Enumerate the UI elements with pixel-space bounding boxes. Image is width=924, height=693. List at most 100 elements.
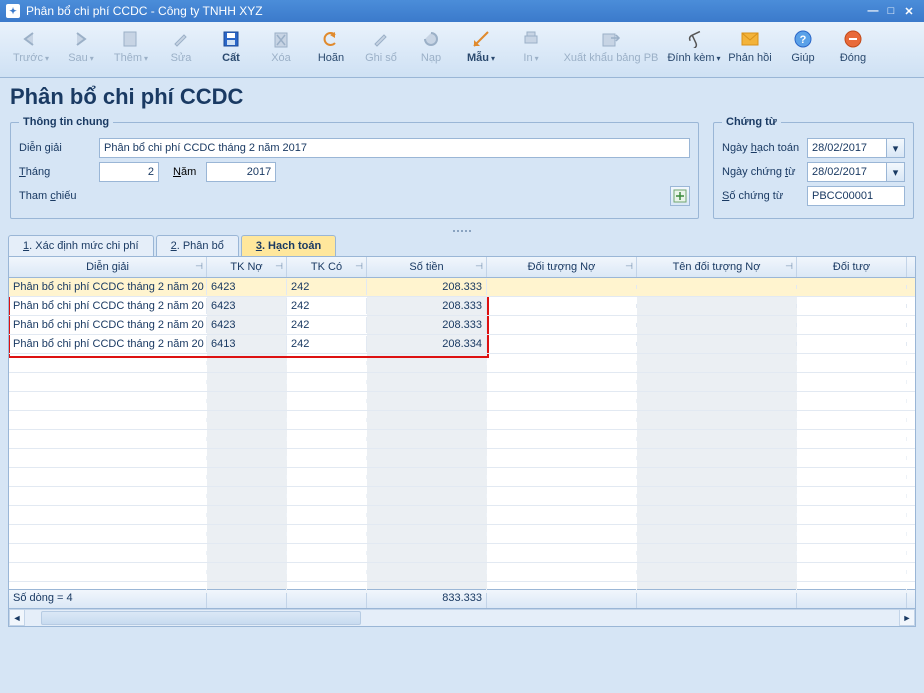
cell [487,323,637,327]
maximize-button[interactable]: □ [882,5,900,17]
acct-date-input[interactable] [807,138,887,158]
doc-no-input[interactable] [807,186,905,206]
empty-row[interactable] [9,582,915,598]
table-row[interactable]: Phân bổ chi phí CCDC tháng 2 năm 206423 2… [9,278,915,297]
document-fieldset: Chứng từ Ngày hạch toánNgày hạch toán ▾ … [713,116,914,219]
acct-date-label: Ngày hạch toánNgày hạch toán [722,142,807,154]
tab-allocate[interactable]: 2. Phân bổ2. Phân bổ [156,235,239,256]
table-row[interactable]: Phân bổ chi phí CCDC tháng 2 năm 2064232… [9,316,915,335]
close-button[interactable]: Đóng [828,26,878,64]
undo-icon [306,28,356,50]
doc-date-label: Ngày chứng từNgày chứng từ [722,166,807,178]
col-debit-obj-name[interactable]: Tên đối tượng Nợ⊣ [637,257,797,277]
post-button[interactable]: Ghi sổ [356,26,406,64]
cell [637,304,797,308]
cell [637,342,797,346]
col-debit[interactable]: TK Nợ⊣ [207,257,287,277]
post-icon [356,28,406,50]
add-button[interactable]: Thêm▾ [106,26,156,64]
titlebar: ✦ Phân bổ chi phí CCDC - Công ty TNHH XY… [0,0,924,22]
close-window-button[interactable]: ✕ [900,5,918,18]
col-credit-obj[interactable]: Đối tượ [797,257,907,277]
desc-label: Diễn giải [19,142,99,154]
add-reference-button[interactable] [670,186,690,206]
delete-button[interactable]: Xóa [256,26,306,64]
scroll-right-button[interactable]: ► [899,609,915,626]
month-input[interactable] [99,162,159,182]
grid-header: Diễn giải⊣ TK Nợ⊣ TK Có⊣ Số tiền⊣ Đối tư… [9,257,915,278]
cell: 242 [287,317,367,333]
close-icon [828,28,878,50]
empty-row[interactable] [9,449,915,468]
empty-row[interactable] [9,487,915,506]
ref-label: Tham chiếuTham chiếu [19,190,99,202]
general-legend: Thông tin chung [19,116,113,128]
print-icon [506,28,556,50]
cell: 242 [287,336,367,352]
scroll-left-button[interactable]: ◄ [9,609,25,626]
pencil-icon [156,28,206,50]
svg-text:?: ? [800,34,807,46]
col-credit[interactable]: TK Có⊣ [287,257,367,277]
empty-row[interactable] [9,354,915,373]
main-toolbar: Trước▾ Sau▾ Thêm▾ Sửa Cất Xóa Hoãn Ghi s… [0,22,924,78]
help-button[interactable]: ? Giúp [778,26,828,64]
cell [487,304,637,308]
doc-date-dropdown[interactable]: ▾ [887,162,905,182]
col-amount[interactable]: Số tiền⊣ [367,257,487,277]
mail-icon [722,28,778,50]
feedback-button[interactable]: Phản hồi [722,26,778,64]
tab-accounting[interactable]: 3. Hạch toán3. Hạch toán [241,235,336,256]
acct-date-dropdown[interactable]: ▾ [887,138,905,158]
cell: 6423 [207,279,287,295]
year-input[interactable] [206,162,276,182]
cell: 6413 [207,336,287,352]
next-button[interactable]: Sau▾ [56,26,106,64]
grid-hscrollbar[interactable]: ◄ ► [9,609,915,626]
edit-button[interactable]: Sửa [156,26,206,64]
paperclip-icon [666,28,722,50]
cell [637,323,797,327]
empty-row[interactable] [9,392,915,411]
doc-date-input[interactable] [807,162,887,182]
empty-row[interactable] [9,544,915,563]
doc-legend: Chứng từ [722,116,781,128]
reload-button[interactable]: Nạp [406,26,456,64]
page: Phân bổ chi phí CCDC Thông tin chung Diễ… [0,78,924,693]
empty-row[interactable] [9,411,915,430]
empty-row[interactable] [9,525,915,544]
splitter-gripper[interactable] [8,227,916,235]
table-row[interactable]: Phân bổ chi phí CCDC tháng 2 năm 2064232… [9,297,915,316]
empty-row[interactable] [9,373,915,392]
table-row[interactable]: Phân bổ chi phí CCDC tháng 2 năm 2064132… [9,335,915,354]
save-button[interactable]: Cất [206,26,256,64]
export-button[interactable]: Xuất khẩu bảng PB [556,26,666,64]
col-desc[interactable]: Diễn giải⊣ [9,257,207,277]
tab-cost-level[interactable]: 1. Xác định mức chi phí1. Xác định mức c… [8,235,154,256]
minimize-button[interactable]: — [864,5,882,17]
cell: Phân bổ chi phí CCDC tháng 2 năm 20 [9,336,207,352]
empty-row[interactable] [9,563,915,582]
empty-row[interactable] [9,506,915,525]
cell: Phân bổ chi phí CCDC tháng 2 năm 20 [9,279,207,295]
arrow-right-icon [56,28,106,50]
reload-icon [406,28,456,50]
desc-input[interactable] [99,138,690,158]
doc-no-label: Số chứng từSố chứng từ [722,190,807,202]
undo-button[interactable]: Hoãn [306,26,356,64]
attach-button[interactable]: Đính kèm▾ [666,26,722,64]
cell: 208.333 [367,298,487,314]
template-button[interactable]: Mẫu▾ [456,26,506,64]
scroll-thumb[interactable] [41,611,361,625]
empty-row[interactable] [9,430,915,449]
prev-button[interactable]: Trước▾ [6,26,56,64]
print-button[interactable]: In▾ [506,26,556,64]
cell: 208.333 [367,279,487,295]
grid: Diễn giải⊣ TK Nợ⊣ TK Có⊣ Số tiền⊣ Đối tư… [8,257,916,627]
cell: 6423 [207,298,287,314]
grid-body[interactable]: Phân bổ chi phí CCDC tháng 2 năm 2064232… [9,278,915,598]
empty-row[interactable] [9,468,915,487]
delete-icon [256,28,306,50]
col-debit-obj[interactable]: Đối tượng Nợ⊣ [487,257,637,277]
cell [797,304,907,308]
